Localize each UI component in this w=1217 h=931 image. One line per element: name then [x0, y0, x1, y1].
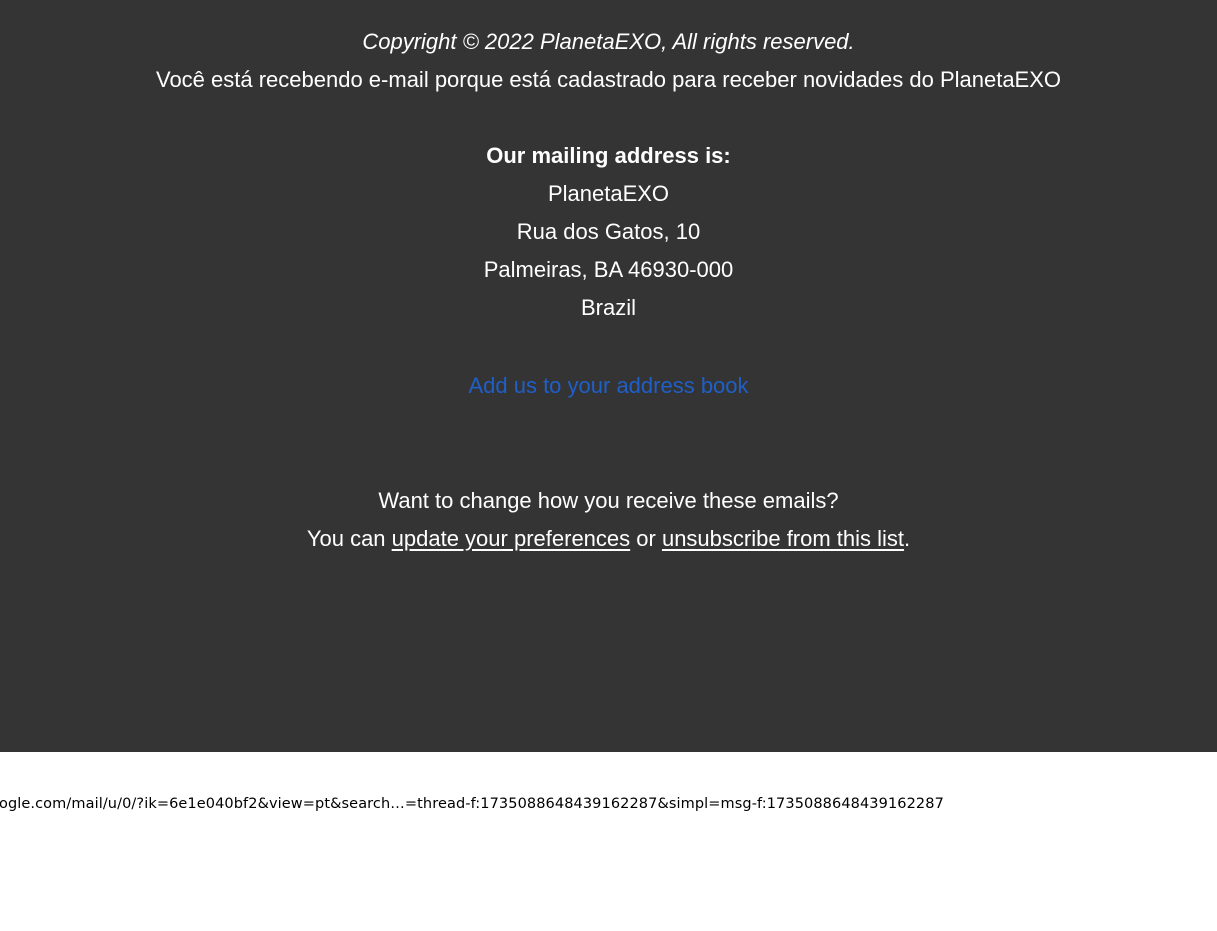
update-preferences-link[interactable]: update your preferences: [392, 526, 631, 551]
status-bar-url: oogle.com/mail/u/0/?ik=6e1e040bf2&view=p…: [0, 796, 944, 812]
mailing-address-heading: Our mailing address is:: [486, 143, 731, 168]
address-company-name: PlanetaEXO: [547, 181, 670, 206]
address-street: Rua dos Gatos, 10: [516, 219, 701, 244]
email-footer: Copyright © 2022 PlanetaEXO, All rights …: [0, 0, 1217, 752]
add-to-address-book-link[interactable]: Add us to your address book: [468, 373, 748, 398]
address-city: Palmeiras, BA 46930-000: [483, 257, 734, 282]
address-book-row: Add us to your address book: [0, 367, 1217, 405]
copyright-text: Copyright © 2022 PlanetaEXO, All rights …: [362, 29, 855, 54]
or-text: or: [630, 526, 662, 551]
you-can-text: You can: [306, 526, 392, 551]
address-country: Brazil: [580, 295, 636, 320]
period-text: .: [904, 526, 911, 551]
preferences-row: You can update your preferences or unsub…: [0, 520, 1217, 558]
change-preferences-question: Want to change how you receive these ema…: [378, 488, 839, 513]
subscription-notice: Você está recebendo e-mail porque está c…: [155, 67, 1062, 92]
unsubscribe-link[interactable]: unsubscribe from this list: [662, 526, 904, 551]
